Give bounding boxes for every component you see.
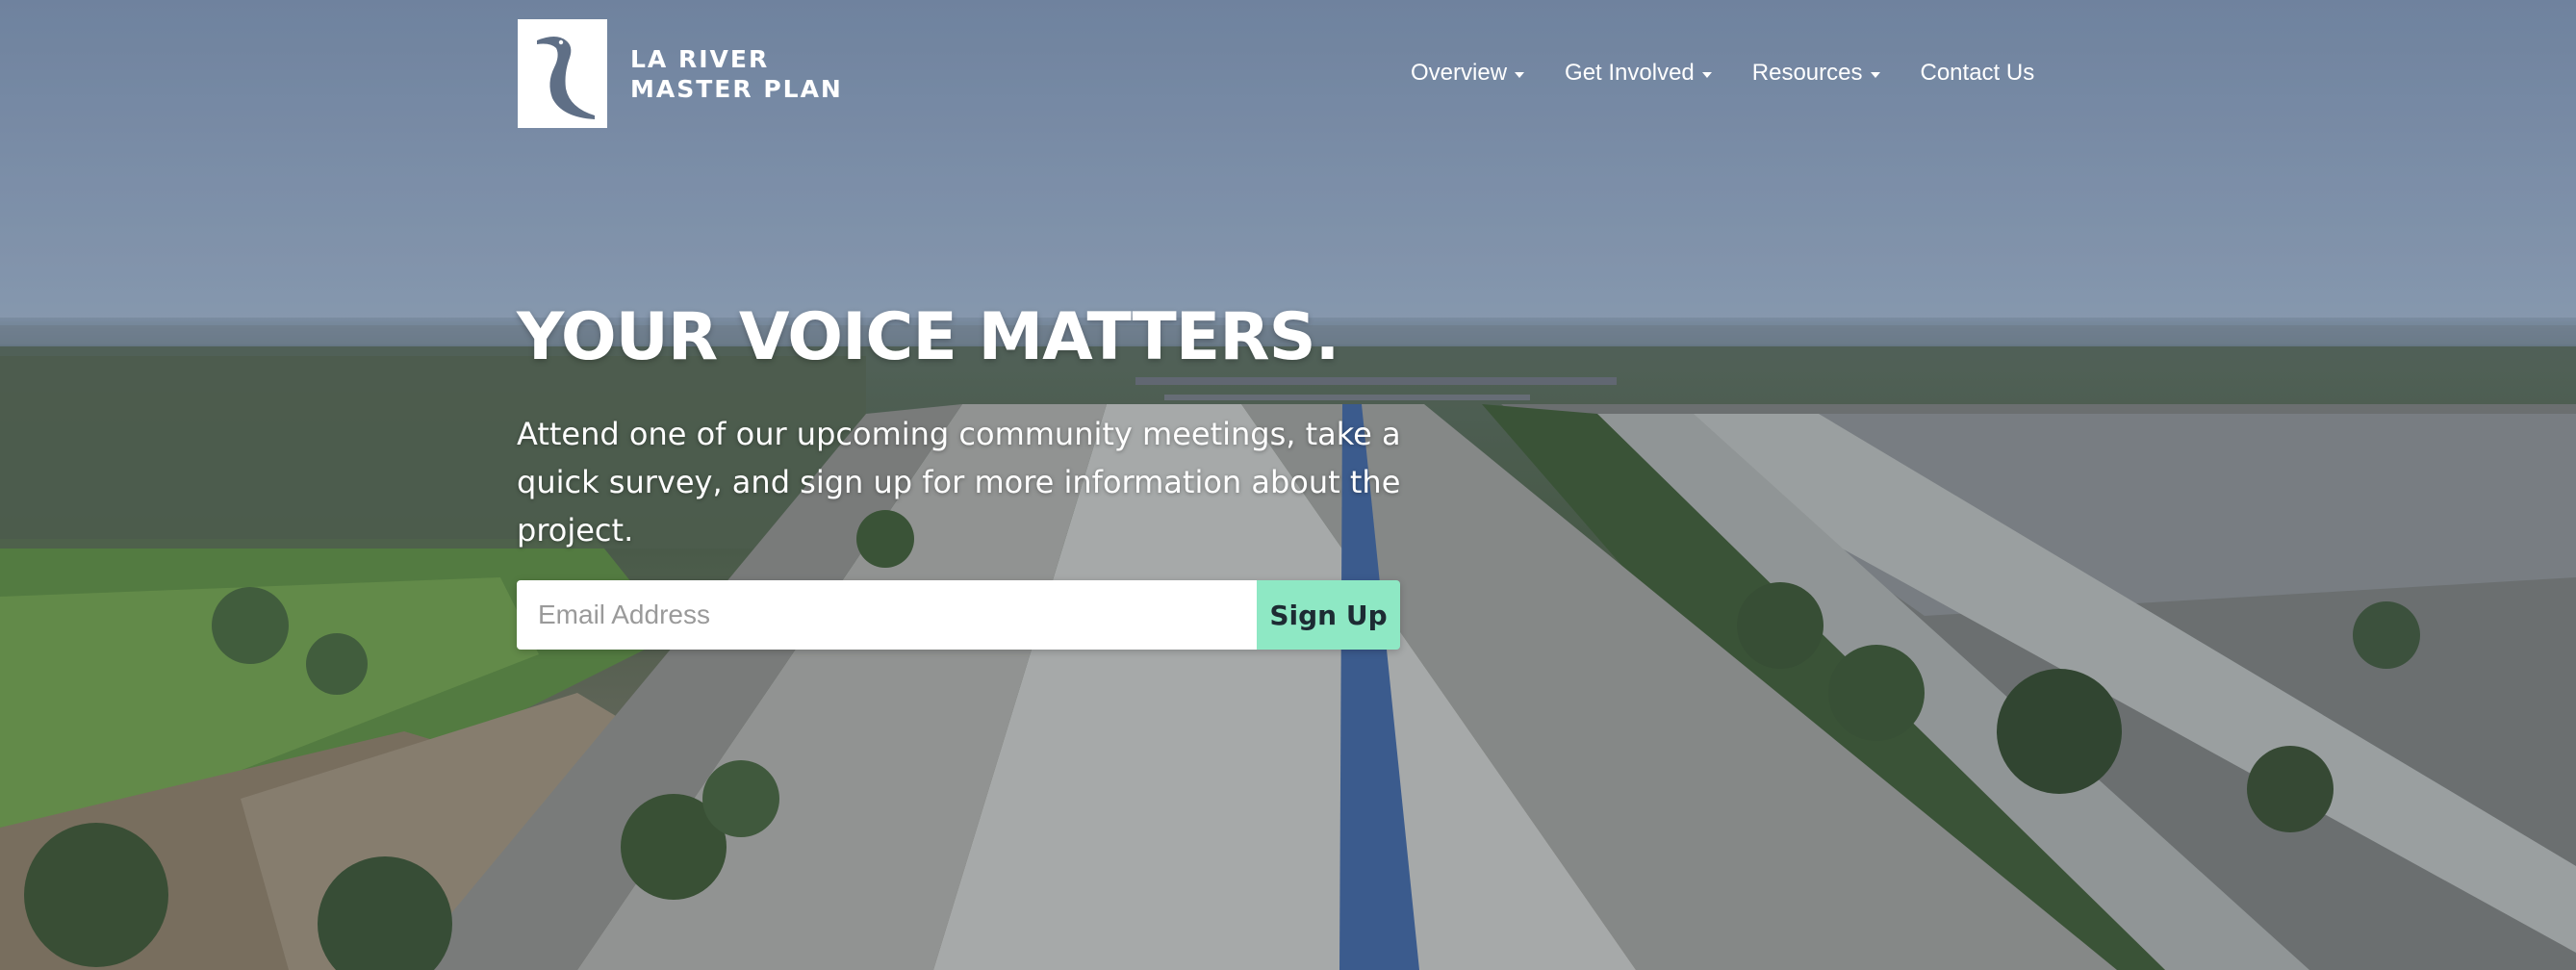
caret-down-icon: [1870, 71, 1880, 78]
caret-down-icon: [1515, 71, 1525, 78]
site-logo[interactable]: LA RIVER MASTER PLAN: [518, 19, 843, 128]
logo-line-2: MASTER PLAN: [630, 74, 843, 103]
nav-overview[interactable]: Overview: [1411, 60, 1525, 87]
nav-contact-us[interactable]: Contact Us: [1921, 60, 2035, 87]
logo-wordmark: LA RIVER MASTER PLAN: [630, 44, 843, 104]
nav-overview-label: Overview: [1411, 60, 1508, 86]
logo-line-1: LA RIVER: [630, 44, 770, 73]
sign-up-button[interactable]: Sign Up: [1257, 580, 1400, 650]
hero-subtitle: Attend one of our upcoming community mee…: [517, 416, 1401, 549]
nav-get-involved-label: Get Involved: [1565, 60, 1695, 86]
hero-title: YOUR VOICE MATTERS.: [517, 299, 1339, 375]
signup-form: Sign Up: [517, 580, 1400, 650]
heron-icon: [518, 19, 607, 128]
nav-get-involved[interactable]: Get Involved: [1565, 60, 1712, 87]
nav-resources[interactable]: Resources: [1752, 60, 1880, 87]
nav-contact-us-label: Contact Us: [1920, 60, 2035, 86]
main-nav: Overview Get Involved Resources Contact …: [1411, 60, 2075, 87]
email-input[interactable]: [517, 580, 1257, 650]
caret-down-icon: [1701, 71, 1712, 78]
nav-resources-label: Resources: [1751, 60, 1863, 86]
